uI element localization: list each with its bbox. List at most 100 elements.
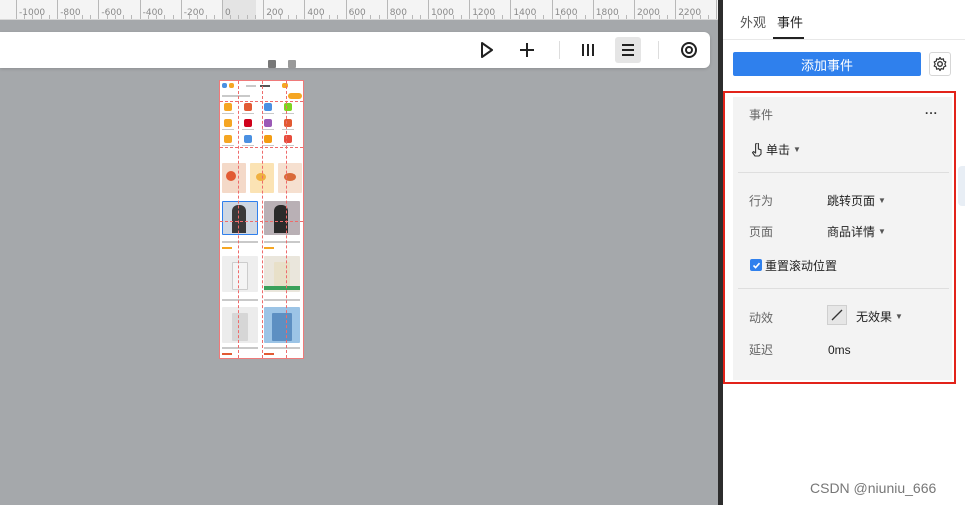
preview-category-label [242, 113, 254, 114]
ruler-minor-tick [164, 15, 166, 19]
ruler-label: 1800 [595, 8, 619, 18]
ruler-minor-tick [642, 15, 644, 19]
preview-category-icon [264, 135, 272, 143]
panel-collapse-handle[interactable] [958, 166, 965, 206]
ruler-minor-tick [353, 15, 355, 19]
preview-category-label [262, 145, 274, 146]
ruler-minor-tick [32, 15, 34, 19]
page-preview[interactable] [219, 80, 304, 359]
layout-guide [220, 101, 303, 102]
tab-appearance[interactable]: 外观 [740, 12, 766, 31]
event-card-title: 事件 [749, 108, 774, 122]
preview-button[interactable] [474, 37, 500, 63]
ruler-minor-tick [477, 15, 479, 19]
trigger-select[interactable]: 单击 ▼ [751, 141, 801, 158]
ruler-minor-tick [493, 15, 495, 19]
active-tab-indicator [773, 37, 804, 39]
preview-category-label [222, 145, 234, 146]
ruler-minor-tick [40, 15, 42, 19]
delay-value[interactable]: 0ms [828, 343, 851, 357]
reset-scroll-checkbox[interactable] [750, 259, 762, 271]
ruler-minor-tick [230, 15, 232, 19]
properties-panel: 外观 事件 添加事件 事件 ... 单击 ▼ 行为 跳转页面 ▼ 页面 商品详情… [723, 0, 965, 505]
tab-events[interactable]: 事件 [777, 12, 803, 31]
reset-scroll-label[interactable]: 重置滚动位置 [765, 257, 837, 274]
ruler-label: 800 [389, 8, 407, 18]
ruler-label: 1000 [431, 8, 454, 18]
ruler-major-tick [345, 0, 347, 19]
ruler-minor-tick [65, 15, 67, 19]
trigger-value: 单击 [766, 143, 791, 157]
event-settings-button[interactable] [929, 52, 951, 76]
ruler-minor-tick [625, 15, 627, 19]
ruler-minor-tick [271, 15, 273, 19]
action-select[interactable]: 跳转页面 ▼ [827, 192, 886, 209]
ruler-minor-tick [81, 15, 83, 19]
list-button[interactable] [615, 37, 641, 63]
action-value: 跳转页面 [827, 194, 876, 208]
list-icon [622, 44, 634, 56]
chevron-down-icon: ▼ [793, 145, 801, 154]
ruler-minor-tick [666, 15, 668, 19]
animation-preview[interactable] [827, 305, 847, 325]
ruler-minor-tick [568, 15, 570, 19]
ruler-minor-tick [708, 15, 710, 19]
canvas-toolbar [0, 32, 710, 68]
preview-category-label [282, 129, 294, 130]
section-divider [738, 172, 949, 173]
columns-button[interactable] [575, 37, 601, 63]
ruler-label: 1200 [472, 8, 496, 18]
panel-tabs: 外观 事件 [723, 0, 965, 40]
ruler-minor-tick [609, 15, 611, 19]
ruler-minor-tick [535, 15, 537, 19]
ruler-minor-tick [617, 15, 619, 19]
ruler-minor-tick [213, 15, 215, 19]
ruler-minor-tick [444, 15, 446, 19]
ruler-minor-tick [337, 15, 339, 19]
ruler-major-tick [98, 0, 100, 19]
ruler-major-tick [304, 0, 306, 19]
add-button[interactable] [514, 37, 540, 63]
check-icon [752, 262, 760, 269]
horizontal-ruler: -1000 -800 -600 -400 -200 0 200 400 600 800 1000 12… [0, 0, 722, 20]
no-effect-icon [831, 309, 843, 321]
page-select[interactable]: 商品详情 ▼ [827, 223, 886, 240]
ruler-major-tick [675, 0, 677, 19]
ruler-major-tick [386, 0, 388, 19]
animation-select[interactable]: 无效果 ▼ [856, 308, 903, 325]
ruler-minor-tick [526, 15, 528, 19]
target-button[interactable] [676, 37, 702, 63]
preview-category-label [242, 145, 254, 146]
ruler-minor-tick [485, 15, 487, 19]
ruler-minor-tick [172, 15, 174, 19]
preview-category-label [262, 113, 274, 114]
ruler-minor-tick [238, 15, 240, 19]
ruler-minor-tick [48, 15, 50, 19]
ruler-minor-tick [370, 15, 372, 19]
ruler-minor-tick [90, 15, 92, 19]
layout-guide [220, 147, 303, 148]
ruler-minor-tick [156, 15, 158, 19]
ruler-minor-tick [254, 15, 256, 19]
ruler-minor-tick [559, 15, 561, 19]
columns-icon [582, 44, 594, 56]
ruler-major-tick [222, 0, 223, 19]
ruler-minor-tick [296, 15, 298, 19]
add-event-button[interactable]: 添加事件 [733, 52, 921, 76]
ruler-minor-tick [131, 15, 133, 19]
event-card: 事件 ... 单击 ▼ 行为 跳转页面 ▼ 页面 商品详情 ▼ 重置滚动位置 动… [733, 97, 952, 380]
preview-category-label [282, 113, 294, 114]
more-options-button[interactable]: ... [925, 103, 938, 117]
ruler-minor-tick [658, 15, 660, 19]
ruler-minor-tick [683, 15, 685, 19]
ruler-minor-tick [576, 15, 578, 19]
ruler-minor-tick [502, 15, 504, 19]
ruler-major-tick [592, 0, 594, 19]
ruler-major-tick [551, 0, 553, 19]
ruler-label: 2000 [637, 8, 660, 18]
ruler-major-tick [469, 0, 471, 19]
ruler-major-tick [428, 0, 429, 19]
preview-category-icon [244, 103, 252, 111]
ruler-major-tick [139, 0, 141, 19]
layout-guide [220, 221, 303, 222]
